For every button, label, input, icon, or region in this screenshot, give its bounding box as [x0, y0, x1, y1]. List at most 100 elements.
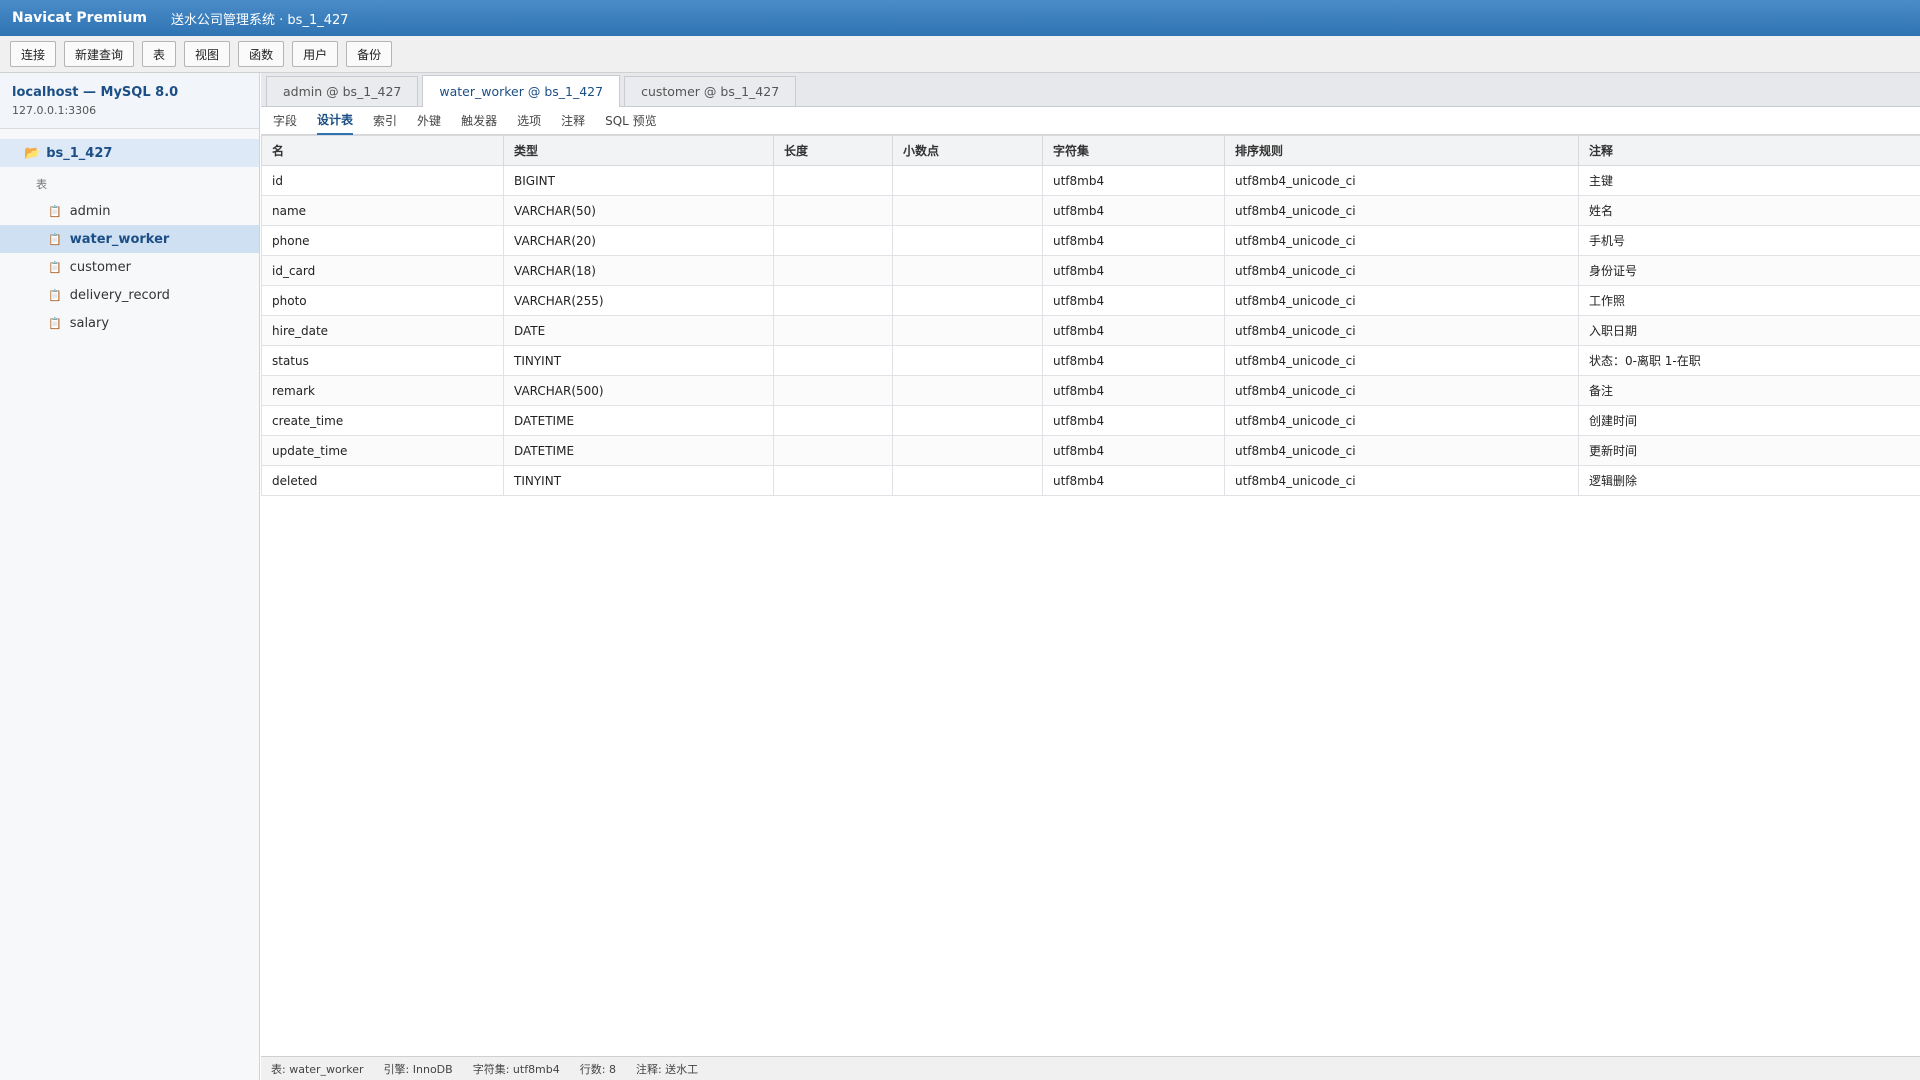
subtab-sql-preview[interactable]: SQL 预览 — [605, 107, 657, 135]
cell-name[interactable]: update_time — [261, 435, 504, 466]
cell-charset[interactable]: utf8mb4 — [1042, 285, 1225, 316]
subtab-comment[interactable]: 注释 — [561, 107, 585, 135]
table-row[interactable]: create_time DATETIME utf8mb4 utf8mb4_unicod… — [261, 405, 1920, 436]
cell-charset[interactable]: utf8mb4 — [1042, 375, 1225, 406]
cell-type[interactable]: VARCHAR(500) — [503, 375, 774, 406]
cell-decimals[interactable] — [892, 465, 1043, 496]
tree-table-customer[interactable]: 📋 customer — [0, 253, 259, 281]
subtab-options[interactable]: 选项 — [517, 107, 541, 135]
function-button[interactable]: 函数 — [238, 41, 285, 67]
cell-comment[interactable]: 创建时间 — [1578, 405, 1920, 436]
tree-table-water-worker[interactable]: 📋 water_worker — [0, 225, 259, 253]
new-query-button[interactable]: 新建查询 — [64, 41, 135, 67]
cell-charset[interactable]: utf8mb4 — [1042, 195, 1225, 226]
cell-collation[interactable]: utf8mb4_unicode_ci — [1224, 165, 1579, 196]
table-button[interactable]: 表 — [142, 41, 177, 67]
cell-name[interactable]: id_card — [261, 255, 504, 286]
cell-collation[interactable]: utf8mb4_unicode_ci — [1224, 255, 1579, 286]
cell-decimals[interactable] — [892, 195, 1043, 226]
cell-decimals[interactable] — [892, 315, 1043, 346]
cell-collation[interactable]: utf8mb4_unicode_ci — [1224, 345, 1579, 376]
cell-length[interactable] — [773, 165, 893, 196]
cell-collation[interactable]: utf8mb4_unicode_ci — [1224, 195, 1579, 226]
table-row[interactable]: update_time DATETIME utf8mb4 utf8mb4_unicod… — [261, 435, 1920, 466]
cell-length[interactable] — [773, 345, 893, 376]
view-button[interactable]: 视图 — [184, 41, 231, 67]
table-row[interactable]: remark VARCHAR(500) utf8mb4 utf8mb4_unicode… — [261, 375, 1920, 406]
cell-collation[interactable]: utf8mb4_unicode_ci — [1224, 405, 1579, 436]
user-button[interactable]: 用户 — [292, 41, 339, 67]
cell-charset[interactable]: utf8mb4 — [1042, 255, 1225, 286]
column-header-length[interactable]: 长度 — [773, 135, 893, 166]
cell-decimals[interactable] — [892, 375, 1043, 406]
column-header-comment[interactable]: 注释 — [1578, 135, 1920, 166]
tree-database[interactable]: 📂 bs_1_427 — [0, 139, 259, 167]
subtab-fields[interactable]: 字段 — [273, 107, 297, 135]
cell-type[interactable]: VARCHAR(50) — [503, 195, 774, 226]
cell-name[interactable]: remark — [261, 375, 504, 406]
cell-length[interactable] — [773, 195, 893, 226]
cell-name[interactable]: status — [261, 345, 504, 376]
cell-name[interactable]: photo — [261, 285, 504, 316]
cell-type[interactable]: DATETIME — [503, 405, 774, 436]
cell-charset[interactable]: utf8mb4 — [1042, 165, 1225, 196]
cell-comment[interactable]: 主键 — [1578, 165, 1920, 196]
table-row[interactable]: hire_date DATE utf8mb4 utf8mb4_unicode_ci 入职… — [261, 315, 1920, 346]
cell-comment[interactable]: 更新时间 — [1578, 435, 1920, 466]
cell-name[interactable]: id — [261, 165, 504, 196]
cell-comment[interactable]: 逻辑删除 — [1578, 465, 1920, 496]
subtab-design[interactable]: 设计表 — [317, 107, 354, 135]
cell-type[interactable]: VARCHAR(18) — [503, 255, 774, 286]
cell-charset[interactable]: utf8mb4 — [1042, 315, 1225, 346]
cell-type[interactable]: VARCHAR(20) — [503, 225, 774, 256]
cell-decimals[interactable] — [892, 225, 1043, 256]
cell-collation[interactable]: utf8mb4_unicode_ci — [1224, 315, 1579, 346]
cell-charset[interactable]: utf8mb4 — [1042, 225, 1225, 256]
table-row[interactable]: phone VARCHAR(20) utf8mb4 utf8mb4_unicode_c… — [261, 225, 1920, 256]
tab-admin[interactable]: admin @ bs_1_427 — [266, 76, 419, 106]
cell-length[interactable] — [773, 375, 893, 406]
tree-table-salary[interactable]: 📋 salary — [0, 309, 259, 337]
cell-collation[interactable]: utf8mb4_unicode_ci — [1224, 285, 1579, 316]
cell-name[interactable]: hire_date — [261, 315, 504, 346]
tree-table-delivery-record[interactable]: 📋 delivery_record — [0, 281, 259, 309]
cell-length[interactable] — [773, 405, 893, 436]
cell-comment[interactable]: 身份证号 — [1578, 255, 1920, 286]
column-header-collation[interactable]: 排序规则 — [1224, 135, 1579, 166]
cell-length[interactable] — [773, 255, 893, 286]
cell-comment[interactable]: 手机号 — [1578, 225, 1920, 256]
cell-type[interactable]: TINYINT — [503, 465, 774, 496]
table-row[interactable]: photo VARCHAR(255) utf8mb4 utf8mb4_unicode_… — [261, 285, 1920, 316]
cell-length[interactable] — [773, 465, 893, 496]
tree-table-admin[interactable]: 📋 admin — [0, 197, 259, 225]
cell-type[interactable]: DATE — [503, 315, 774, 346]
table-row[interactable]: status TINYINT utf8mb4 utf8mb4_unicode_ci 状态… — [261, 345, 1920, 376]
cell-name[interactable]: name — [261, 195, 504, 226]
cell-decimals[interactable] — [892, 435, 1043, 466]
column-header-type[interactable]: 类型 — [503, 135, 774, 166]
cell-collation[interactable]: utf8mb4_unicode_ci — [1224, 435, 1579, 466]
cell-charset[interactable]: utf8mb4 — [1042, 465, 1225, 496]
table-row[interactable]: id_card VARCHAR(18) utf8mb4 utf8mb4_unicode… — [261, 255, 1920, 286]
table-row[interactable]: id BIGINT utf8mb4 utf8mb4_unicode_ci 主键 — [261, 165, 1920, 196]
cell-collation[interactable]: utf8mb4_unicode_ci — [1224, 225, 1579, 256]
column-header-name[interactable]: 名 — [261, 135, 504, 166]
column-header-decimals[interactable]: 小数点 — [892, 135, 1043, 166]
cell-collation[interactable]: utf8mb4_unicode_ci — [1224, 375, 1579, 406]
connection-header[interactable]: localhost — MySQL 8.0 127.0.0.1:3306 — [0, 73, 259, 129]
cell-type[interactable]: BIGINT — [503, 165, 774, 196]
cell-name[interactable]: create_time — [261, 405, 504, 436]
cell-length[interactable] — [773, 435, 893, 466]
cell-decimals[interactable] — [892, 255, 1043, 286]
cell-name[interactable]: phone — [261, 225, 504, 256]
cell-type[interactable]: TINYINT — [503, 345, 774, 376]
cell-charset[interactable]: utf8mb4 — [1042, 345, 1225, 376]
cell-length[interactable] — [773, 285, 893, 316]
cell-name[interactable]: deleted — [261, 465, 504, 496]
cell-decimals[interactable] — [892, 165, 1043, 196]
cell-length[interactable] — [773, 225, 893, 256]
cell-comment[interactable]: 备注 — [1578, 375, 1920, 406]
cell-comment[interactable]: 姓名 — [1578, 195, 1920, 226]
cell-comment[interactable]: 状态：0-离职 1-在职 — [1578, 345, 1920, 376]
cell-comment[interactable]: 工作照 — [1578, 285, 1920, 316]
